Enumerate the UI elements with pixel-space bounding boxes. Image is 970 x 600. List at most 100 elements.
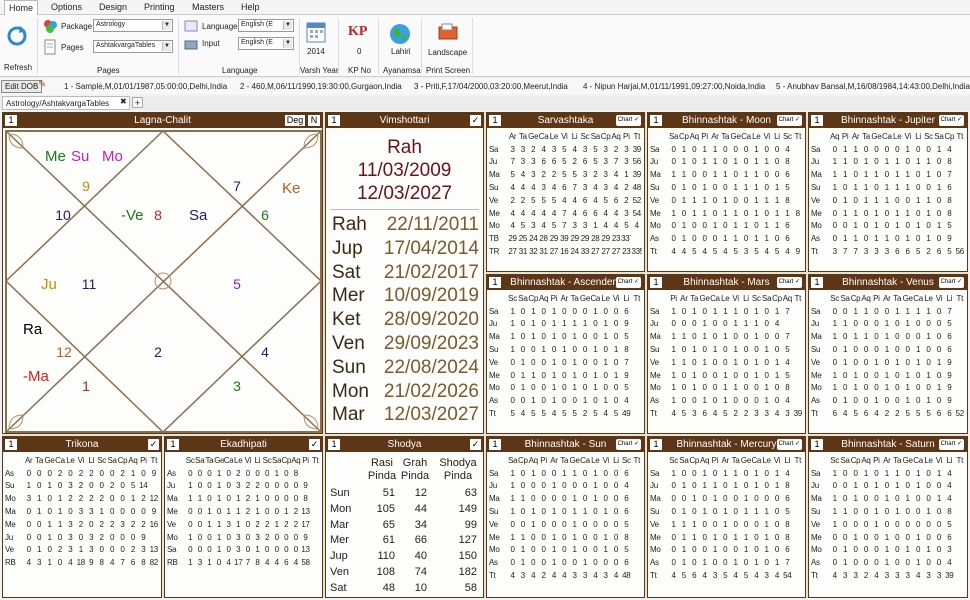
shodya-row: Mon 105 44 149 <box>330 503 479 519</box>
table-cell: 0 <box>562 396 567 406</box>
column-header: Sa <box>679 455 689 465</box>
n-button[interactable]: N <box>308 115 320 126</box>
dob-record-5[interactable]: 5 - Anubhav Bansal,M,16/08/1984,14:43:00… <box>776 82 970 91</box>
table-cell: 0 <box>853 319 858 329</box>
dob-record-4[interactable]: 4 - Nipun Harjai,M,01/11/1991,09:27:00,N… <box>583 82 765 91</box>
table-cell: 0 <box>681 306 686 316</box>
table-cell: 1 <box>593 383 598 393</box>
chart-button[interactable]: Chart ✓ <box>776 439 802 450</box>
menu-home[interactable]: Home <box>4 0 39 15</box>
chart-button[interactable]: Chart ✓ <box>938 439 964 450</box>
column-header: Sc <box>262 455 272 465</box>
chart-button[interactable]: Chart ✓ <box>776 277 802 288</box>
table-cell: 4 <box>947 481 952 491</box>
panel-number[interactable]: 1 <box>650 115 662 126</box>
table-cell: 1 <box>853 306 858 316</box>
globe-icon[interactable] <box>389 23 411 47</box>
table-cell: 2 <box>551 170 556 180</box>
check-icon[interactable]: ✓ <box>309 439 320 450</box>
chart-button[interactable]: Chart ✓ <box>776 115 802 126</box>
print-landscape-icon[interactable] <box>437 23 459 43</box>
table-cell: 0 <box>832 357 837 367</box>
house-number: 9 <box>82 178 90 194</box>
table-cell: 1 <box>702 183 707 193</box>
table-row: Ma 0 1 0 1 0 3 3 1 0 0 0 0 9 <box>5 505 159 518</box>
chart-button[interactable]: Chart ✓ <box>615 115 641 126</box>
panel-number[interactable]: 1 <box>489 115 501 126</box>
pages-select[interactable]: AshtakvargaTables ▼ <box>93 40 173 53</box>
menu-help[interactable]: Help <box>238 2 263 12</box>
lahiri-label: Lahiri <box>391 47 411 56</box>
panel-number[interactable]: 1 <box>811 439 823 450</box>
calendar-icon[interactable] <box>306 21 326 45</box>
table-cell: 335 <box>631 247 642 257</box>
table-cell: 1 <box>884 157 889 167</box>
menu-design[interactable]: Design <box>96 2 130 12</box>
table-cell: 1 <box>130 494 135 504</box>
panel-number[interactable]: 1 <box>167 439 179 450</box>
chart-button[interactable]: Chart ✓ <box>938 277 964 288</box>
package-select[interactable]: Astrology ▼ <box>93 19 173 32</box>
panel-number[interactable]: 1 <box>328 439 340 450</box>
edit-dob-button[interactable]: Edit DOB <box>1 80 43 93</box>
menu-masters[interactable]: Masters <box>189 2 227 12</box>
table-cell: 8 <box>624 345 629 355</box>
menu-printing[interactable]: Printing <box>141 2 178 12</box>
table-cell: 0 <box>936 370 941 380</box>
panel-number[interactable]: 1 <box>328 115 340 126</box>
table-cell: 0 <box>37 532 42 542</box>
panel-number[interactable]: 1 <box>650 439 662 450</box>
tab-ashtakvarga[interactable]: Astrology/AshtakvargaTables <box>2 96 130 110</box>
deg-button[interactable]: Deg <box>285 115 305 126</box>
column-header: Cp <box>944 131 955 141</box>
table-cell: 4 <box>832 571 837 581</box>
check-icon[interactable]: ✓ <box>148 439 159 450</box>
chart-button[interactable]: Chart ✓ <box>938 115 964 126</box>
chart-button[interactable]: Chart ✓ <box>615 277 641 288</box>
row-label: As <box>167 468 176 478</box>
input-select[interactable]: English (E ▼ <box>238 37 294 50</box>
panel-number[interactable]: 1 <box>811 277 823 288</box>
table-cell: 0 <box>141 507 146 517</box>
table-row: Ju 0 0 0 1 0 0 1 1 1 0 4 <box>650 318 803 331</box>
kp-no-label[interactable]: KP No <box>348 66 371 75</box>
refresh-icon[interactable] <box>6 25 28 49</box>
new-tab-button[interactable]: + <box>132 97 143 108</box>
table-row: Ju 0 0 1 0 3 0 3 2 0 0 0 9 <box>5 531 159 544</box>
ekadhipati-panel: 1 Ekadhipati ✓ Sc Sa Ta Ge Ca Le Vi Li Sc Sa Cp Aq P… <box>164 436 323 598</box>
table-cell: 4 <box>915 571 921 581</box>
check-icon[interactable]: ✓ <box>470 439 481 450</box>
panel-number[interactable]: 1 <box>650 277 662 288</box>
dob-record-2[interactable]: 2 - 460,M,06/11/1990,19:30:00,Gurgaon,In… <box>240 82 402 91</box>
panel-number[interactable]: 1 <box>5 115 17 126</box>
table-cell: 1 <box>884 345 889 355</box>
chart-button[interactable]: Chart ✓ <box>615 439 641 450</box>
print-screen-label[interactable]: Print Screen <box>426 66 470 75</box>
row-label: Su <box>489 183 499 193</box>
varsh-year-label[interactable]: Varsh Year <box>300 66 339 75</box>
pencil-icon[interactable]: ✎ <box>38 79 46 90</box>
dob-record-1[interactable]: 1 - Sample,M,01/01/1987,05:00:00,Delhi,I… <box>64 82 227 91</box>
kp-icon[interactable]: KP <box>348 24 367 40</box>
table-cell: 0 <box>188 468 193 478</box>
table-cell: 3 <box>236 481 241 491</box>
panel-number[interactable]: 1 <box>5 439 17 450</box>
table-cell: 1 <box>520 383 525 393</box>
menu-options[interactable]: Options <box>48 2 85 12</box>
table-cell: 0 <box>926 144 931 154</box>
check-icon[interactable]: ✓ <box>470 115 481 126</box>
table-cell <box>792 194 803 207</box>
language-select[interactable]: English (E ▼ <box>238 19 294 32</box>
panel-title: Lagna-Chalit <box>134 115 191 126</box>
table-cell: 0 <box>562 481 567 491</box>
close-icon[interactable]: ✖ <box>120 97 127 106</box>
panel-number[interactable]: 1 <box>811 115 823 126</box>
ayanamsa-label[interactable]: Ayanamsa <box>383 66 421 75</box>
row-label: Ve <box>167 519 176 529</box>
table-cell: 1 <box>593 345 598 355</box>
panel-number[interactable]: 1 <box>489 439 501 450</box>
dob-record-3[interactable]: 3 - Priti,F,17/04/2000,03:20:00,Meerut,I… <box>414 82 568 91</box>
antar-end-date: 22/11/2011 <box>386 214 479 235</box>
table-cell: 6 <box>624 507 629 517</box>
panel-number[interactable]: 1 <box>489 277 501 288</box>
